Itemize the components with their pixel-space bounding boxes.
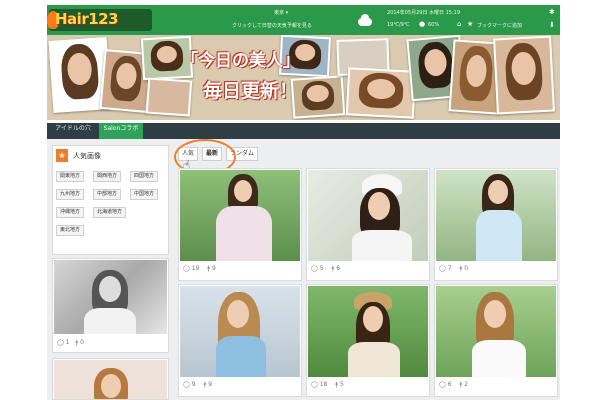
photo-card[interactable]: ◯ 9 ǂ9 (178, 284, 302, 397)
download-icon[interactable]: ⬇ (549, 22, 555, 29)
hero-banner: 「今日の美人」 毎日更新！ (47, 35, 560, 120)
popular-photo-card[interactable]: ◯ 1 ǂ 0 (52, 258, 169, 353)
chat-icon: ◯ (439, 381, 446, 388)
pin-icon: ǂ (459, 265, 463, 272)
top-header: Hair123 東京 ▾ クリックして日替の天気予報を見る 2014年05月29… (47, 5, 560, 35)
photo-card[interactable]: ◯ 19 ǂ9 (178, 168, 302, 281)
banner-title-line2: 毎日更新！ (203, 80, 299, 102)
pin-icon: ǂ (331, 265, 335, 272)
save-count: 6 (336, 265, 341, 272)
save-count: 9 (212, 265, 216, 272)
region-selector[interactable]: 東京 ▾ (274, 9, 288, 16)
popular-photo-card[interactable] (52, 358, 169, 400)
star-icon: ★ (467, 20, 474, 28)
photo-thumbnail[interactable] (308, 170, 428, 261)
raindrop-icon: ● (419, 20, 426, 28)
photo-stats: ◯ 19 ǂ9 (183, 265, 218, 277)
pin-icon: ǂ (335, 381, 339, 388)
region-link-kyushu[interactable]: 九州地方 (56, 189, 85, 200)
save-count: 2 (464, 381, 469, 388)
photo-card[interactable]: ◯ 7 ǂ0 (434, 168, 558, 281)
photo-thumbnail[interactable] (436, 170, 556, 261)
photo-stats: ◯ 7 ǂ0 (439, 265, 470, 277)
photo-stats: ◯ 1 ǂ 0 (57, 339, 84, 346)
like-count: 6 (447, 381, 452, 388)
region-link-tohoku[interactable]: 東北地方 (56, 225, 85, 236)
pin-icon: ǂ (459, 381, 463, 388)
region-link-kanto[interactable]: 関東地方 (56, 171, 85, 182)
like-count: 9 (191, 381, 196, 388)
region-link-shikoku[interactable]: 四国地方 (130, 171, 159, 182)
temperature-display: 19℃/9℃ (387, 22, 410, 28)
pin-icon: ǂ (203, 381, 207, 388)
like-count: 19 (191, 265, 200, 272)
panel-header: ★ 人気画像 (53, 146, 168, 166)
save-count: 0 (464, 265, 469, 272)
banner-title-line1: 「今日の美人」 (181, 51, 300, 71)
gear-icon[interactable]: ✱ (549, 9, 555, 16)
pin-icon: ǂ (207, 265, 211, 272)
photo-card[interactable]: ◯ 18 ǂ5 (306, 284, 430, 397)
banner-photo (345, 67, 417, 119)
chat-icon: ◯ (439, 265, 446, 272)
like-count: 7 (447, 265, 452, 272)
chat-icon: ◯ (311, 381, 318, 388)
like-count: 1 (65, 339, 70, 346)
photo-thumbnail[interactable] (180, 170, 300, 261)
region-link-okinawa[interactable]: 沖縄地方 (56, 207, 85, 218)
photo-stats: ◯ 6 ǂ2 (439, 381, 470, 393)
save-count: 9 (208, 381, 213, 388)
nav-item-idol[interactable]: アイドルの穴 (47, 123, 99, 139)
photo-thumbnail[interactable] (436, 286, 556, 377)
main-nav: アイドルの穴 Salonコラボ (47, 123, 560, 139)
chat-icon: ◯ (57, 339, 64, 346)
popular-photo[interactable] (54, 260, 167, 334)
banner-photo (493, 35, 555, 115)
region-link-hokkaido[interactable]: 北海道地方 (93, 207, 127, 218)
rain-chance: 60% (428, 22, 440, 28)
region-link-chugoku[interactable]: 中国地方 (130, 189, 159, 200)
photo-card[interactable]: ◯ 6 ǂ2 (434, 284, 558, 397)
chat-icon: ◯ (183, 265, 190, 272)
datetime-display: 2014年05月29日 木曜日 15:19 (387, 10, 461, 16)
region-link-kansai[interactable]: 関西地方 (93, 171, 122, 182)
photo-card[interactable]: ◯ 5 ǂ6 (306, 168, 430, 281)
save-count: 0 (80, 339, 84, 346)
logo-text: Hair123 (55, 10, 119, 28)
photo-stats: ◯ 5 ǂ6 (311, 265, 342, 277)
panel-title: 人気画像 (73, 152, 101, 160)
photo-stats: ◯ 18 ǂ5 (311, 381, 346, 393)
like-count: 18 (319, 381, 328, 388)
photo-thumbnail[interactable] (308, 286, 428, 377)
chat-icon: ◯ (311, 265, 318, 272)
star-icon: ★ (56, 149, 68, 162)
nav-item-salon[interactable]: Salonコラボ (99, 123, 143, 139)
region-link-chubu[interactable]: 中部地方 (93, 189, 122, 200)
pin-icon: ǂ (75, 339, 79, 346)
cloud-icon (358, 14, 372, 26)
photo-stats: ◯ 9 ǂ9 (183, 381, 214, 393)
home-icon[interactable]: ⌂ (457, 21, 461, 28)
like-count: 5 (319, 265, 324, 272)
bookmark-link[interactable]: ブックマークに追加 (477, 22, 522, 29)
banner-title: 「今日の美人」 毎日更新！ (181, 46, 341, 106)
site-logo[interactable]: Hair123 (47, 9, 152, 31)
save-count: 5 (340, 381, 344, 388)
photo-thumbnail[interactable] (180, 286, 300, 377)
chat-icon: ◯ (183, 381, 190, 388)
weather-promo-link[interactable]: クリックして日替の天気予報を見る (232, 22, 312, 29)
popular-images-panel: ★ 人気画像 関東地方 関西地方 四国地方 九州地方 中部地方 中国地方 沖縄地… (52, 145, 169, 255)
popular-photo[interactable] (54, 360, 167, 399)
page: Hair123 東京 ▾ クリックして日替の天気予報を見る 2014年05月29… (0, 0, 600, 400)
